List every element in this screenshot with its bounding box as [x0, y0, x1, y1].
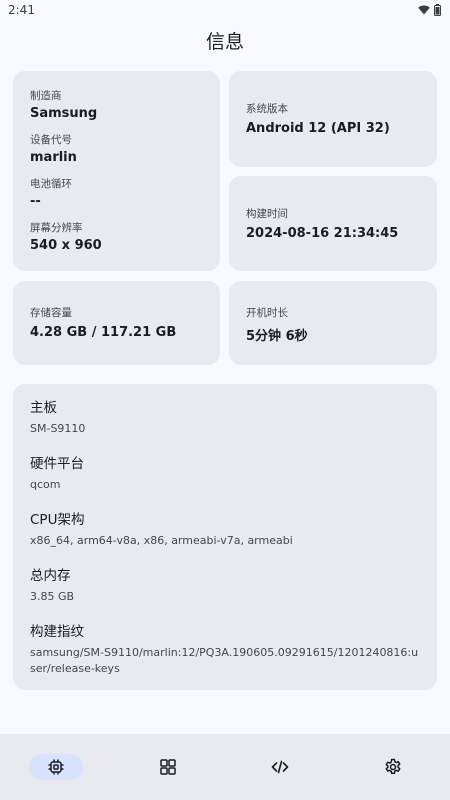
code-icon	[271, 760, 289, 774]
detail-hardware-platform: 硬件平台 qcom	[30, 452, 420, 493]
detail-title: 硬件平台	[30, 456, 84, 472]
nav-tab-hardware[interactable]	[29, 754, 83, 780]
storage-card: 存储容量 4.28 GB / 117.21 GB	[13, 281, 220, 365]
detail-title: CPU架构	[30, 512, 85, 528]
detail-value: x86_64, arm64-v8a, x86, armeabi-v7a, arm…	[30, 534, 293, 547]
detail-title: 构建指纹	[30, 624, 84, 640]
app-bar: 信息	[0, 20, 450, 60]
nav-tab-developer[interactable]	[253, 754, 307, 780]
codename-value: marlin	[30, 150, 77, 165]
detail-value: 3.85 GB	[30, 590, 75, 603]
battery-cycles-label: 电池循环	[30, 178, 72, 190]
detail-cpu-arch: CPU架构 x86_64, arm64-v8a, x86, armeabi-v7…	[30, 508, 420, 549]
detail-title: 主板	[30, 400, 57, 416]
bottom-navigation	[0, 734, 450, 800]
codename-label: 设备代号	[30, 134, 72, 146]
system-version-card: 系统版本 Android 12 (API 32)	[229, 71, 437, 167]
wifi-icon	[418, 5, 430, 15]
detail-total-memory: 总内存 3.85 GB	[30, 564, 420, 605]
system-version-value: Android 12 (API 32)	[246, 121, 390, 136]
status-time: 2:41	[8, 3, 35, 17]
status-icons	[418, 4, 441, 16]
battery-icon	[434, 4, 441, 16]
settings-icon	[385, 758, 401, 775]
manufacturer-value: Samsung	[30, 106, 98, 121]
nav-tab-settings[interactable]	[366, 754, 420, 780]
detail-board: 主板 SM-S9110	[30, 396, 420, 437]
device-info-card: 制造商 Samsung 设备代号 marlin 电池循环 -- 屏幕分辨率 54…	[13, 71, 220, 271]
build-time-label: 构建时间	[246, 208, 288, 220]
detail-value: samsung/SM-S9110/marlin:12/PQ3A.190605.0…	[30, 646, 419, 675]
status-bar: 2:41	[0, 0, 450, 20]
manufacturer-label: 制造商	[30, 90, 62, 102]
build-time-card: 构建时间 2024-08-16 21:34:45	[229, 176, 437, 271]
uptime-label: 开机时长	[246, 307, 288, 319]
detail-build-fingerprint: 构建指纹 samsung/SM-S9110/marlin:12/PQ3A.190…	[30, 620, 420, 677]
build-time-value: 2024-08-16 21:34:45	[246, 226, 399, 241]
resolution-label: 屏幕分辨率	[30, 222, 83, 234]
nav-tab-apps[interactable]	[141, 754, 195, 780]
battery-cycles-value: --	[30, 194, 41, 209]
storage-label: 存储容量	[30, 307, 72, 319]
resolution-value: 540 x 960	[30, 238, 102, 253]
system-version-label: 系统版本	[246, 103, 288, 115]
detail-value: SM-S9110	[30, 422, 86, 435]
chip-icon	[48, 759, 64, 775]
page-title: 信息	[205, 30, 244, 53]
storage-value: 4.28 GB / 117.21 GB	[30, 325, 177, 340]
uptime-value: 5分钟 6秒	[246, 329, 308, 344]
grid-icon	[160, 759, 176, 775]
detail-value: qcom	[30, 478, 61, 491]
uptime-card: 开机时长 5分钟 6秒	[229, 281, 437, 365]
hardware-details-card: 主板 SM-S9110 硬件平台 qcom CPU架构 x86_64, arm6…	[13, 384, 437, 690]
detail-title: 总内存	[30, 568, 71, 584]
